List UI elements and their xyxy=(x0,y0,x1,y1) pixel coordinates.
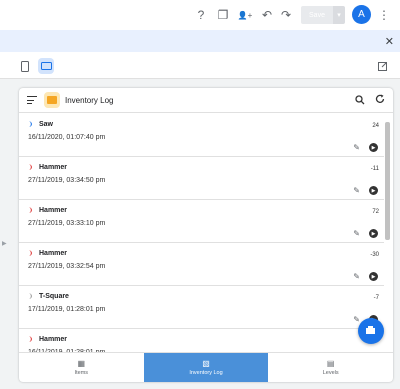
list-item[interactable]: ❩ Hammer 27/11/2019, 03:34:50 pm -11 ✎ ▶ xyxy=(19,157,384,200)
open-details-icon[interactable]: ▶ xyxy=(369,229,378,238)
quantity-change: 24 xyxy=(372,123,379,129)
top-toolbar: ? ❐ 👤+ ↶ ↷ Save ▾ A ⋮ xyxy=(0,0,400,30)
more-icon[interactable]: ⋮ xyxy=(376,7,392,23)
list-item[interactable]: ❩ Hammer 27/11/2019, 03:33:10 pm 72 ✎ ▶ xyxy=(19,200,384,243)
box-logo-icon xyxy=(44,92,60,108)
tool-icon: ❩ xyxy=(28,165,34,171)
log-date: 16/11/2020, 01:07:40 pm xyxy=(28,134,106,141)
nav-tab-label: Items xyxy=(74,370,89,376)
nav-tab-levels[interactable]: ▤ Levels xyxy=(268,353,393,382)
nav-tab-inventory-log[interactable]: ▧ Inventory Log xyxy=(143,353,269,382)
open-external-icon[interactable] xyxy=(374,58,390,74)
levels-icon: ▤ xyxy=(326,359,335,368)
list-item[interactable]: ❩ Hammer 27/11/2019, 03:32:54 pm -30 ✎ ▶ xyxy=(19,243,384,286)
tool-icon: ❩ xyxy=(28,208,34,214)
menu-icon[interactable] xyxy=(27,96,37,107)
tool-icon: ❩ xyxy=(28,251,34,257)
list-item[interactable]: ❩ Saw 16/11/2020, 01:07:40 pm 24 ✎ ▶ xyxy=(19,114,384,157)
save-button[interactable]: Save xyxy=(301,6,333,24)
nav-tab-label: Levels xyxy=(322,370,339,376)
copy-icon[interactable]: ❐ xyxy=(215,7,231,23)
redo-icon[interactable]: ↷ xyxy=(278,7,294,23)
info-banner: ✕ xyxy=(0,30,400,52)
close-icon[interactable]: ✕ xyxy=(385,35,394,48)
chevron-down-icon[interactable]: ▾ xyxy=(333,6,345,24)
add-person-icon[interactable]: 👤+ xyxy=(237,7,253,23)
expand-arrow-icon[interactable]: ▶ xyxy=(2,240,7,247)
log-list: ❩ Saw 16/11/2020, 01:07:40 pm 24 ✎ ▶ ❩ Hammer 27… xyxy=(19,114,384,352)
edit-icon[interactable]: ✎ xyxy=(353,315,360,324)
app-title: Inventory Log xyxy=(65,96,114,105)
edit-icon[interactable]: ✎ xyxy=(353,229,360,238)
help-icon[interactable]: ? xyxy=(193,7,209,23)
item-name: Hammer xyxy=(39,207,68,214)
items-icon: ▦ xyxy=(77,359,86,368)
log-date: 27/11/2019, 03:33:10 pm xyxy=(28,220,106,227)
save-control: Save ▾ xyxy=(301,6,345,24)
tool-icon: ❩ xyxy=(28,294,34,300)
quantity-change: -30 xyxy=(370,252,379,258)
open-details-icon[interactable]: ▶ xyxy=(369,186,378,195)
log-date: 27/11/2019, 03:34:50 pm xyxy=(28,177,106,184)
log-date: 17/11/2019, 01:28:01 pm xyxy=(28,306,106,313)
log-date: 27/11/2019, 03:32:54 pm xyxy=(28,263,106,270)
add-entry-button[interactable] xyxy=(358,318,384,344)
search-icon[interactable] xyxy=(355,95,365,108)
open-details-icon[interactable]: ▶ xyxy=(369,143,378,152)
item-name: Hammer xyxy=(39,336,68,343)
tool-icon: ❩ xyxy=(28,122,34,128)
refresh-icon[interactable] xyxy=(375,93,385,107)
item-name: Hammer xyxy=(39,250,68,257)
edit-icon[interactable]: ✎ xyxy=(353,272,360,281)
tool-icon: ❩ xyxy=(28,337,34,343)
list-item[interactable]: ❩T-Square17/11/2019, 01:28:01 pm-7✎▶ xyxy=(19,286,384,329)
item-name: T-Square xyxy=(39,293,69,300)
tablet-view-icon[interactable] xyxy=(38,58,54,74)
scrollbar[interactable] xyxy=(385,122,390,240)
preview-toolbar xyxy=(0,52,400,79)
item-name: Saw xyxy=(39,121,54,128)
open-details-icon[interactable]: ▶ xyxy=(369,272,378,281)
avatar[interactable]: A xyxy=(352,5,371,24)
app-header: Inventory Log xyxy=(19,88,393,113)
edit-icon[interactable]: ✎ xyxy=(353,143,360,152)
app-preview: Inventory Log ❩ Saw 16/11/2020, 01:07:40 p… xyxy=(19,88,393,382)
phone-view-icon[interactable] xyxy=(17,58,33,74)
quantity-change: -11 xyxy=(370,166,379,172)
nav-tab-label: Inventory Log xyxy=(189,370,223,376)
list-item[interactable]: ❩Hammer16/11/2019, 01:28:01 pm✎▶ xyxy=(19,329,384,352)
edit-icon[interactable]: ✎ xyxy=(353,186,360,195)
quantity-change: 72 xyxy=(372,209,379,215)
inventory-log-icon: ▧ xyxy=(202,359,210,368)
item-name: Hammer xyxy=(39,164,68,171)
nav-tab-items[interactable]: ▦ Items xyxy=(19,353,144,382)
quantity-change: -7 xyxy=(373,295,379,301)
undo-icon[interactable]: ↶ xyxy=(259,7,275,23)
bottom-nav: ▦ Items ▧ Inventory Log ▤ Levels xyxy=(19,352,393,382)
